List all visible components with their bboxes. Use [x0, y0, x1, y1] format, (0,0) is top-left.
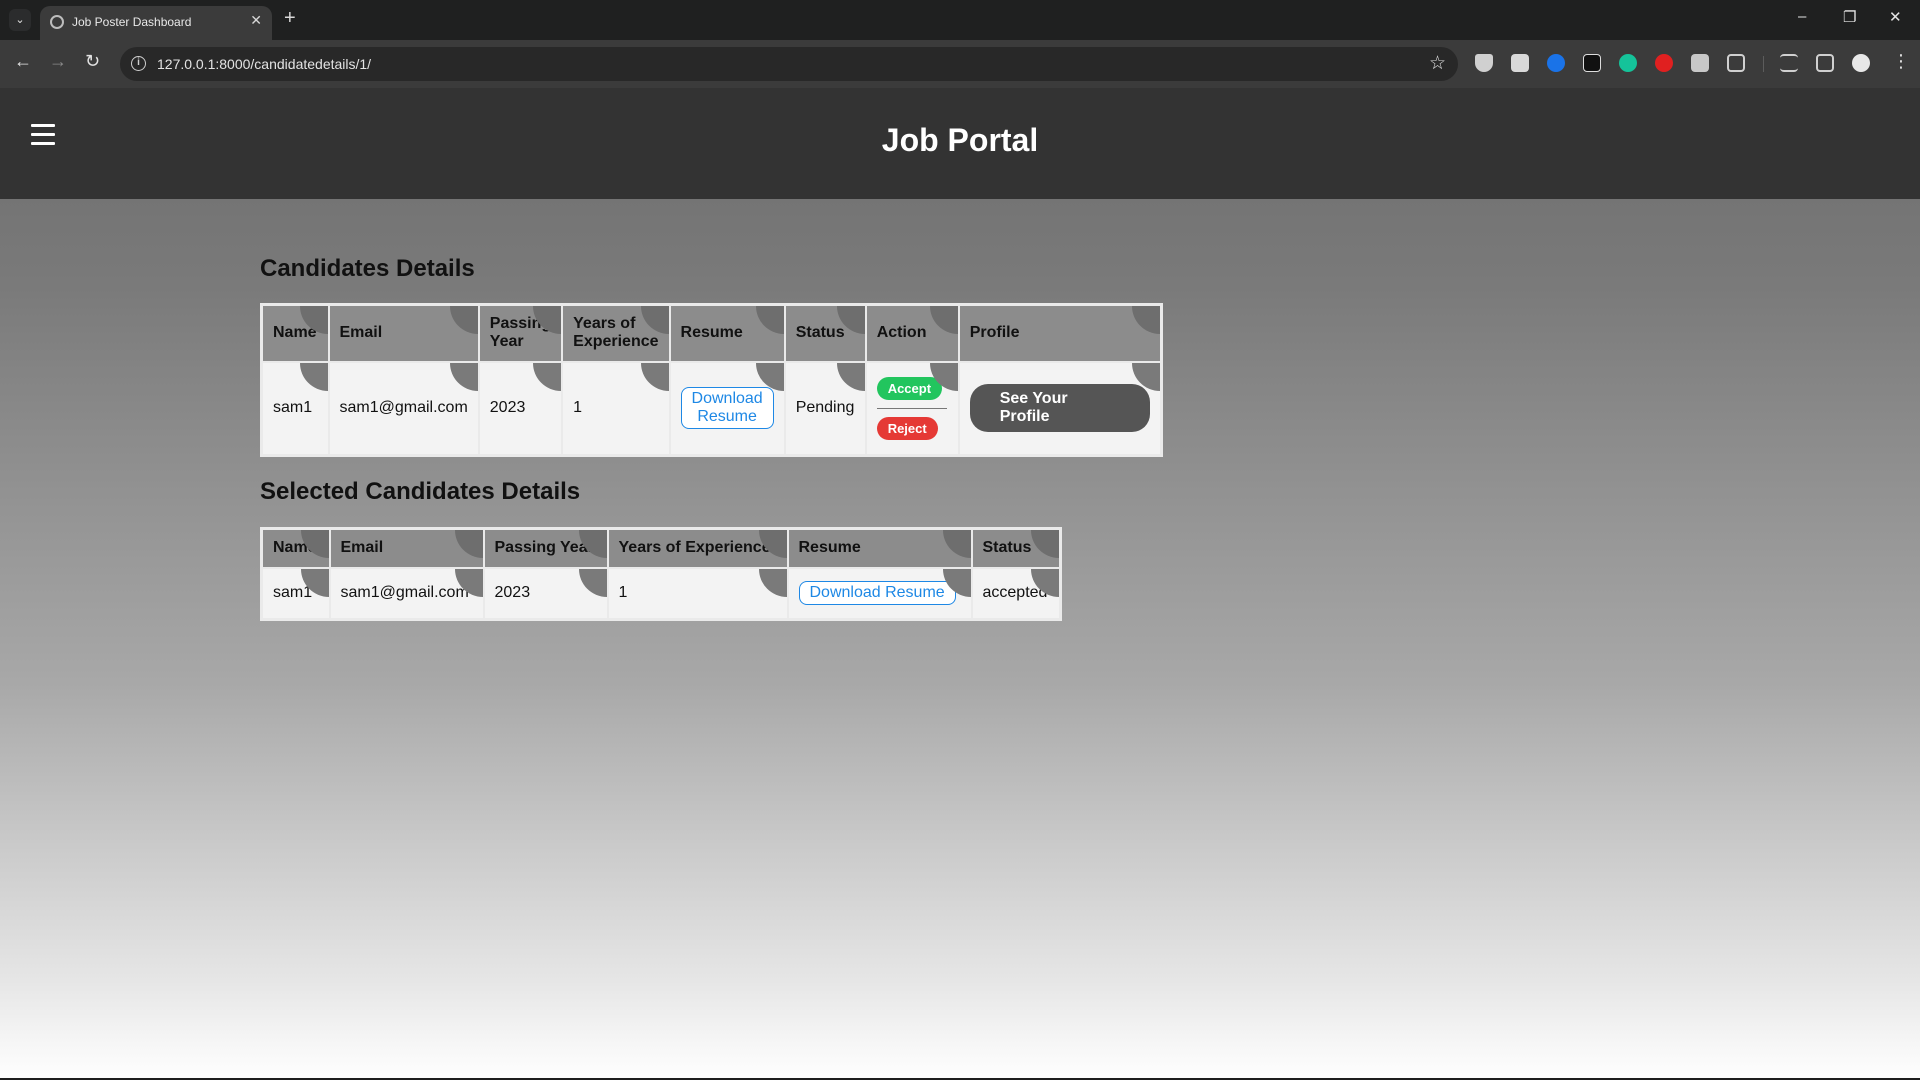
- window-close-icon[interactable]: ✕: [1889, 8, 1902, 26]
- header-status: Status: [783, 303, 867, 363]
- grammarly-icon[interactable]: [1619, 54, 1637, 72]
- header-experience: Years of Experience: [606, 527, 789, 569]
- cell-experience: 1: [606, 566, 789, 621]
- media-list-icon[interactable]: [1780, 54, 1798, 72]
- site-header: Job Portal: [0, 88, 1920, 199]
- cell-email: sam1@gmail.com: [327, 360, 480, 457]
- action-divider: [876, 407, 947, 409]
- header-name: Name: [260, 527, 331, 569]
- see-profile-button[interactable]: See Your Profile: [969, 384, 1151, 433]
- photo-extension-icon[interactable]: [1511, 54, 1529, 72]
- cell-status: Pending: [783, 360, 867, 457]
- table-header-row: Name Email Passing Year Years of Experie…: [260, 303, 1163, 363]
- header-experience: Years of Experience: [561, 303, 671, 363]
- bookmark-star-icon[interactable]: ☆: [1429, 52, 1446, 75]
- tab-close-icon[interactable]: ✕: [250, 12, 262, 29]
- toolbar-divider: [1763, 56, 1764, 72]
- restore-icon[interactable]: ❐: [1843, 8, 1856, 26]
- red-extension-icon[interactable]: [1655, 54, 1673, 72]
- reload-icon[interactable]: ↻: [85, 51, 100, 72]
- address-bar[interactable]: i 127.0.0.1:8000/candidatedetails/1/ ☆: [120, 47, 1458, 81]
- forward-arrow-icon[interactable]: →: [49, 51, 67, 72]
- tab-title: Job Poster Dashboard: [72, 15, 192, 29]
- header-email: Email: [327, 303, 480, 363]
- header-email: Email: [328, 527, 485, 569]
- header-resume: Resume: [786, 527, 973, 569]
- site-title: Job Portal: [881, 122, 1039, 158]
- accept-button[interactable]: Accept: [876, 376, 943, 400]
- table-header-row: Name Email Passing Year Years of Experie…: [260, 527, 1062, 569]
- candidates-table: Name Email Passing Year Years of Experie…: [260, 303, 1164, 457]
- extensions-puzzle-icon[interactable]: [1727, 54, 1745, 72]
- cell-action: Accept Reject: [864, 360, 960, 457]
- dark-extension-icon[interactable]: [1583, 54, 1601, 72]
- candidates-section-title: Candidates Details: [260, 255, 475, 282]
- shield-extension-icon[interactable]: [1475, 54, 1493, 72]
- profile-avatar-icon[interactable]: [1852, 54, 1870, 72]
- site-info-icon[interactable]: i: [131, 56, 146, 71]
- browser-toolbar: ← → ↻ i 127.0.0.1:8000/candidatedetails/…: [0, 40, 1920, 88]
- header-profile: Profile: [957, 303, 1163, 363]
- table-row: sam1 sam1@gmail.com 2023 1 Download Resu…: [260, 360, 1163, 457]
- minimize-icon[interactable]: –: [1798, 8, 1806, 25]
- cell-email: sam1@gmail.com: [328, 566, 485, 621]
- reject-button[interactable]: Reject: [876, 416, 938, 440]
- download-resume-button[interactable]: Download Resume: [798, 581, 956, 606]
- browser-tab[interactable]: Job Poster Dashboard ✕: [40, 6, 272, 40]
- header-name: Name: [260, 303, 330, 363]
- download-resume-button[interactable]: Download Resume: [680, 387, 774, 430]
- cell-resume: Download Resume: [786, 566, 973, 621]
- cell-resume: Download Resume: [668, 360, 786, 457]
- cell-profile: See Your Profile: [957, 360, 1163, 457]
- cell-passing-year: 2023: [477, 360, 564, 457]
- cell-experience: 1: [561, 360, 671, 457]
- cell-name: sam1: [260, 566, 331, 621]
- tab-search-chevron-icon[interactable]: ⌄: [9, 9, 31, 31]
- globe-icon: [50, 15, 64, 29]
- printer-extension-icon[interactable]: [1691, 54, 1709, 72]
- table-row: sam1 sam1@gmail.com 2023 1 Download Resu…: [260, 566, 1062, 621]
- menu-kebab-icon[interactable]: ⋮: [1892, 51, 1910, 72]
- selected-section-title: Selected Candidates Details: [260, 478, 581, 505]
- header-action: Action: [864, 303, 960, 363]
- header-status: Status: [970, 527, 1062, 569]
- side-panel-icon[interactable]: [1816, 54, 1834, 72]
- cell-name: sam1: [260, 360, 330, 457]
- back-arrow-icon[interactable]: ←: [14, 51, 32, 72]
- header-passing-year: Passing Year: [482, 527, 609, 569]
- cell-status: accepted: [970, 566, 1062, 621]
- page-body: Job Portal Candidates Details Name Email…: [0, 88, 1920, 1080]
- header-resume: Resume: [668, 303, 786, 363]
- browser-tab-bar: ⌄ Job Poster Dashboard ✕ + – ❐ ✕: [0, 0, 1920, 40]
- selected-candidates-table: Name Email Passing Year Years of Experie…: [260, 527, 1062, 621]
- url-text[interactable]: 127.0.0.1:8000/candidatedetails/1/: [157, 56, 371, 72]
- new-tab-plus-icon[interactable]: +: [284, 7, 296, 30]
- cell-passing-year: 2023: [482, 566, 609, 621]
- header-passing-year: Passing Year: [477, 303, 564, 363]
- blue-extension-icon[interactable]: [1547, 54, 1565, 72]
